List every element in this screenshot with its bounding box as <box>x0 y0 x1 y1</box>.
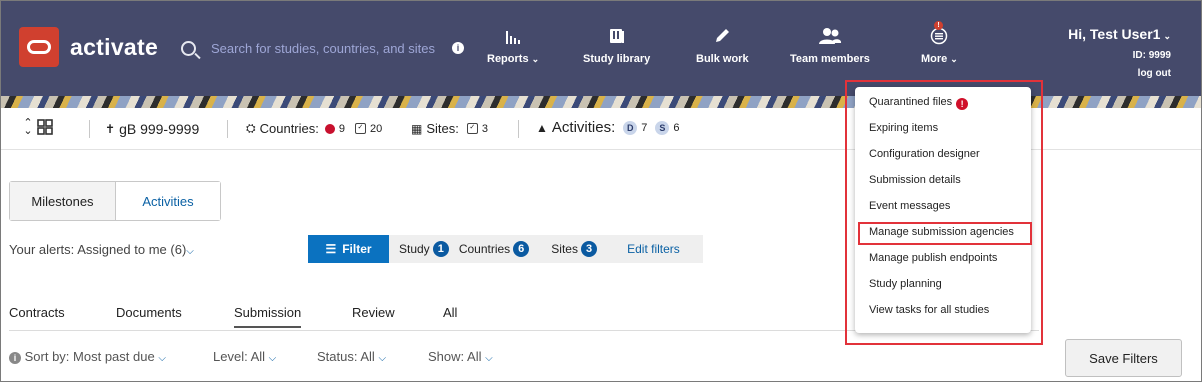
user-id: ID: 9999 <box>1132 50 1171 61</box>
show-value: Show: All <box>428 349 482 364</box>
app-name[interactable]: activate <box>70 34 158 61</box>
view-tabs: Milestones Activities <box>9 181 221 221</box>
study-code-text: gB 999-9999 <box>119 121 200 137</box>
nav-more[interactable]: ! More ⌄ <box>921 21 958 65</box>
nav-more-label: More <box>921 53 948 65</box>
highlight-box-menu <box>845 80 1043 345</box>
checkbox-icon: ✓ <box>354 123 366 134</box>
activities-label: Activities: <box>551 119 616 136</box>
bell-icon: ▲ <box>536 120 548 135</box>
more-alert-badge: ! <box>934 21 943 30</box>
chevron-down-icon: ⌵ <box>268 353 277 364</box>
activities-d-count: 7 <box>641 121 648 134</box>
sliders-icon: ☰ <box>325 242 337 256</box>
tab-activities[interactable]: Activities <box>116 182 220 220</box>
activate-logo-icon[interactable] <box>19 27 59 67</box>
bar-chart-icon <box>487 23 539 45</box>
nav-bulk-work-label: Bulk work <box>696 53 749 65</box>
grid-icon <box>37 119 53 135</box>
pin-icon: ✝ <box>105 122 116 136</box>
activities-summary[interactable]: ▲ Activities: D 7 S 6 <box>536 119 680 136</box>
alerts-value: Assigned to me (6) <box>77 242 187 257</box>
sites-done-count: 3 <box>481 122 488 135</box>
sites-summary[interactable]: ▦ Sites: ✓ 3 <box>411 121 488 136</box>
building-icon: ▦ <box>411 121 423 136</box>
filter-chip-sites[interactable]: Sites 3 <box>551 241 598 257</box>
info-icon[interactable]: i <box>452 42 464 54</box>
activities-s-count: 6 <box>673 121 680 134</box>
study-code: ✝ gB 999-9999 <box>105 121 199 137</box>
sites-label: Sites: <box>426 121 459 136</box>
nav-study-library-label: Study library <box>583 53 651 65</box>
chevron-down-icon: ⌵ <box>186 246 194 257</box>
edit-filters-link[interactable]: Edit filters <box>627 242 680 256</box>
tab-contracts[interactable]: Contracts <box>9 305 65 320</box>
study-switcher[interactable]: ⌃ ⌄ <box>23 117 53 137</box>
filter-chip-label: Study <box>399 242 430 256</box>
tab-milestones[interactable]: Milestones <box>10 182 116 220</box>
show-dropdown[interactable]: Show: All ⌵ <box>428 349 493 364</box>
nav-study-library[interactable]: Study library <box>583 23 650 65</box>
checkbox-icon: ✓ <box>466 123 478 134</box>
filter-chip-label: Countries <box>458 242 511 256</box>
user-greeting[interactable]: Hi, Test User1 ⌄ <box>1068 26 1171 42</box>
users-icon <box>790 23 870 45</box>
save-filters-button[interactable]: Save Filters <box>1065 339 1182 377</box>
alerts-label: Your alerts: <box>9 242 75 257</box>
filter-chip-label: Sites <box>551 242 578 256</box>
filter-label: Filter <box>342 242 372 256</box>
status-value: Status: All <box>317 349 375 364</box>
chevron-down-icon: ⌄ <box>950 54 958 64</box>
filter-button[interactable]: ☰ Filter <box>308 235 389 263</box>
sort-by-value: Sort by: Most past due <box>24 349 155 364</box>
highlight-box-item <box>858 222 1032 245</box>
user-panel: Hi, Test User1 ⌄ ID: 9999 log out <box>1068 26 1171 79</box>
tab-submission[interactable]: Submission <box>234 305 302 328</box>
logout-link[interactable]: log out <box>1068 68 1171 79</box>
red-status-icon <box>324 123 335 134</box>
level-dropdown[interactable]: Level: All ⌵ <box>213 349 276 364</box>
countries-done-count: 20 <box>369 122 383 135</box>
search-icon[interactable] <box>181 41 196 56</box>
filter-chip-count: 1 <box>432 241 449 257</box>
tab-all[interactable]: All <box>443 305 457 320</box>
chevron-down-icon: ⌵ <box>485 353 493 364</box>
menu-alert-icon: ! <box>921 21 958 45</box>
nav-reports-label: Reports <box>487 53 529 65</box>
info-icon: i <box>9 352 21 364</box>
countries-red-count: 9 <box>338 122 345 135</box>
pencil-icon <box>696 23 749 45</box>
search-input[interactable] <box>211 38 447 58</box>
sort-by-dropdown[interactable]: i Sort by: Most past due ⌵ <box>9 349 166 364</box>
chevron-down-icon: ⌄ <box>531 54 540 64</box>
tab-review[interactable]: Review <box>352 305 395 320</box>
nav-team-members[interactable]: Team members <box>790 23 870 65</box>
globe-icon: ⛭ <box>246 121 256 135</box>
alerts-selector[interactable]: Your alerts: Assigned to me (6)⌵ <box>9 242 194 257</box>
countries-label: Countries: <box>259 121 319 136</box>
countries-summary[interactable]: ⛭ Countries: 9 ✓ 20 <box>246 121 382 136</box>
nav-bulk-work[interactable]: Bulk work <box>696 23 749 65</box>
chevron-down-icon: ⌵ <box>158 353 166 364</box>
filter-chip-countries[interactable]: Countries 6 <box>458 241 530 257</box>
chevron-updown-icon: ⌃ ⌄ <box>23 117 33 137</box>
chevron-down-icon: ⌵ <box>378 353 387 364</box>
tab-documents[interactable]: Documents <box>116 305 182 320</box>
nav-team-members-label: Team members <box>790 53 870 65</box>
filter-bar: ☰ Filter Study 1 Countries 6 Sites 3 Edi… <box>308 235 703 263</box>
filter-chip-study[interactable]: Study 1 <box>399 241 449 257</box>
nav-reports[interactable]: Reports ⌄ <box>487 23 539 65</box>
book-icon <box>583 23 650 45</box>
s-badge: S <box>655 120 670 135</box>
filter-chip-count: 3 <box>580 241 598 257</box>
status-dropdown[interactable]: Status: All ⌵ <box>317 349 386 364</box>
filter-chip-count: 6 <box>513 241 530 257</box>
d-badge: D <box>623 120 638 135</box>
level-value: Level: All <box>213 349 266 364</box>
chevron-down-icon: ⌄ <box>1163 31 1171 41</box>
